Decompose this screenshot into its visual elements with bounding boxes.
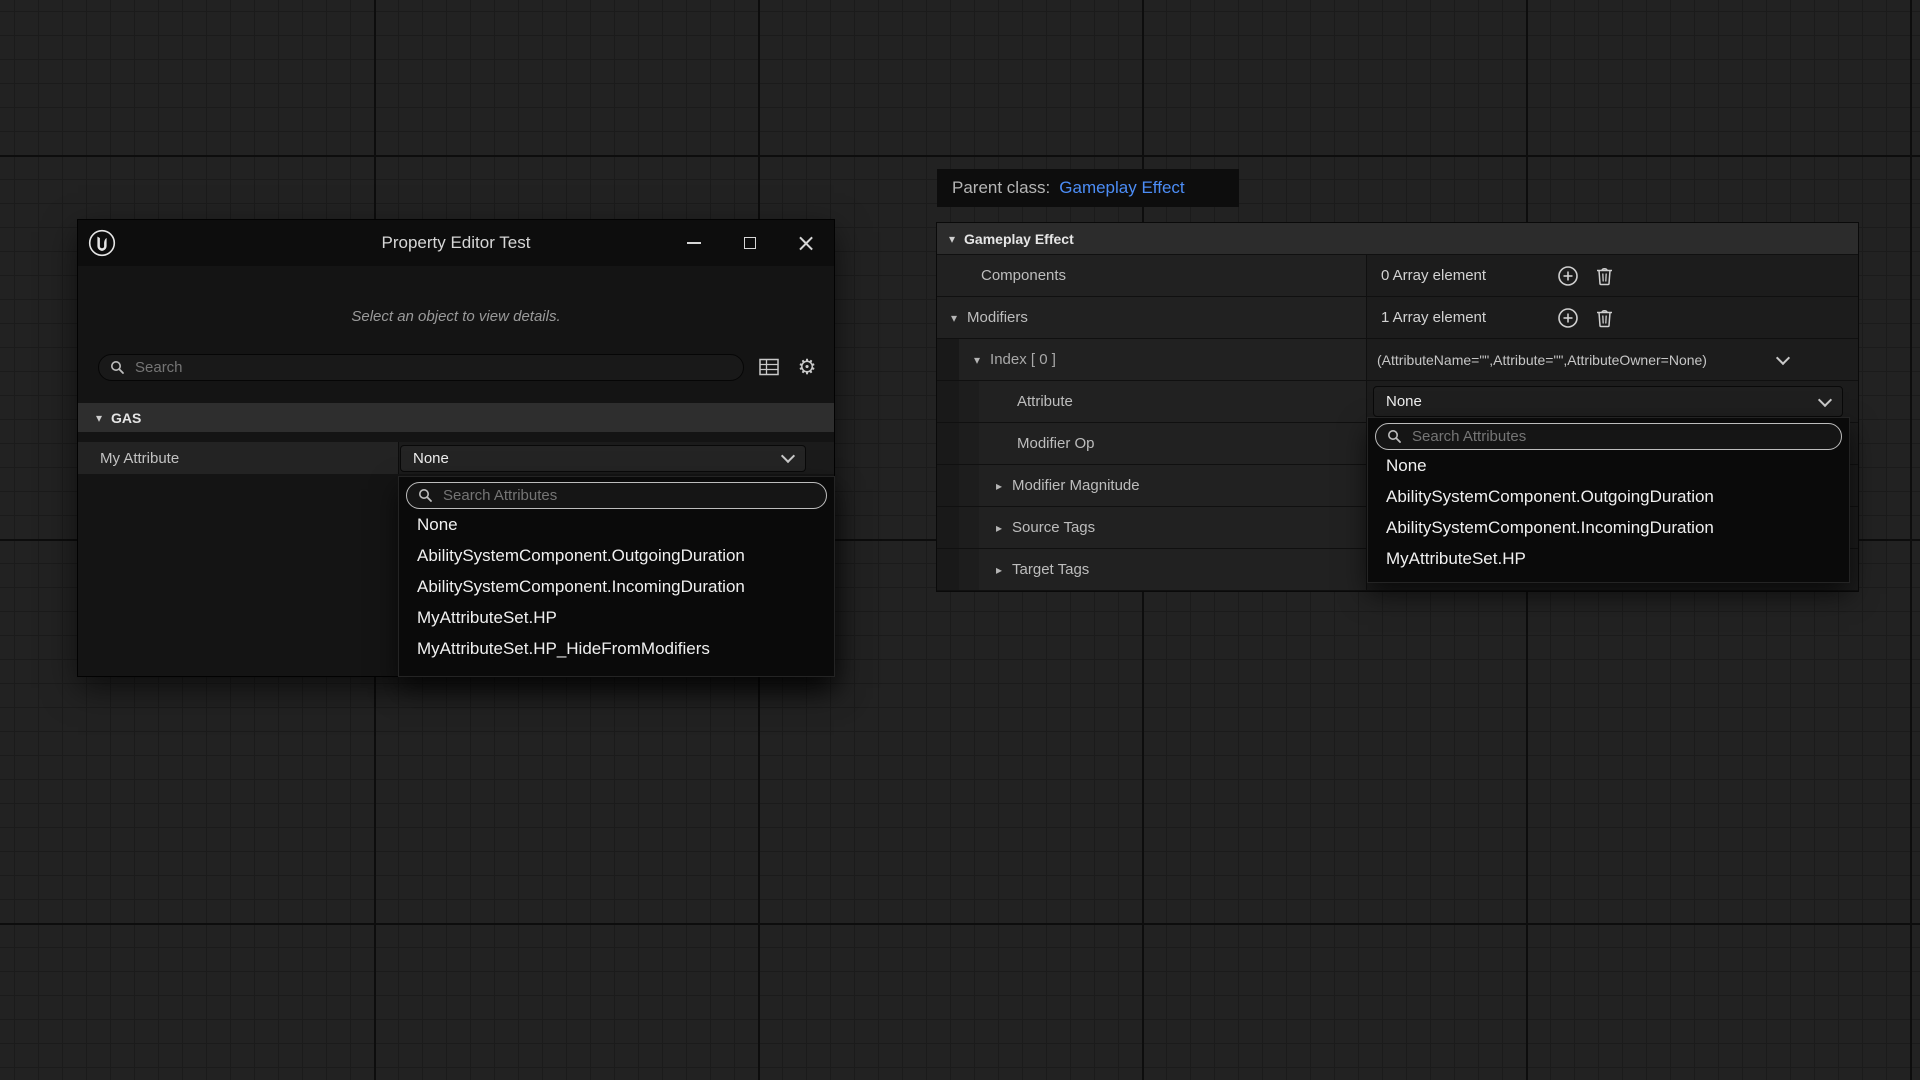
parent-class-link[interactable]: Gameplay Effect (1059, 178, 1184, 198)
row-label: Source Tags (1012, 519, 1095, 536)
dropdown-option[interactable]: MyAttributeSet.HP (1375, 543, 1842, 574)
close-icon: × (796, 231, 816, 255)
struct-preview-value: (AttributeName="",Attribute="",Attribute… (1377, 352, 1707, 368)
attribute-search-box[interactable] (406, 482, 827, 509)
combobox-value: None (1386, 393, 1422, 410)
property-value-cell: None (399, 442, 834, 474)
close-button[interactable]: × (778, 220, 834, 266)
blueprint-graph-background[interactable]: Property Editor Test × Select an object … (0, 0, 1920, 1080)
chevron-right-icon[interactable]: ▸ (996, 479, 1002, 493)
array-count: 1 Array element (1381, 309, 1486, 326)
dropdown-option[interactable]: AbilitySystemComponent.IncomingDuration (406, 571, 827, 602)
dropdown-option-none[interactable]: None (406, 509, 827, 540)
row-modifiers: ▾ Modifiers 1 Array element (937, 297, 1858, 339)
maximize-button[interactable] (722, 220, 778, 266)
chevron-down-icon (1818, 392, 1832, 406)
array-count: 0 Array element (1381, 267, 1486, 284)
search-icon (1387, 429, 1402, 444)
search-box[interactable] (98, 354, 744, 381)
attribute-search-input[interactable] (1410, 427, 1830, 446)
empty-details-hint: Select an object to view details. (78, 308, 834, 325)
row-label: Components (981, 267, 1066, 284)
add-array-element-button[interactable] (1557, 307, 1579, 329)
attribute-picker-dropdown-details: None AbilitySystemComponent.OutgoingDura… (1368, 418, 1849, 582)
attribute-search-input[interactable] (441, 486, 815, 505)
row-label: Index [ 0 ] (990, 351, 1056, 368)
row-index-0: ▾ Index [ 0 ] (AttributeName="",Attribut… (937, 339, 1858, 381)
chevron-down-icon[interactable] (1776, 350, 1790, 364)
unreal-engine-logo-icon (88, 229, 116, 257)
chevron-down-icon (781, 449, 795, 463)
dropdown-option[interactable]: AbilitySystemComponent.IncomingDuration (1375, 512, 1842, 543)
dropdown-option[interactable]: AbilitySystemComponent.OutgoingDuration (1375, 481, 1842, 512)
window-titlebar[interactable]: Property Editor Test × (78, 220, 834, 266)
minimize-icon (687, 242, 701, 244)
settings-gear-icon[interactable]: ⚙ (794, 357, 820, 378)
category-label: GAS (111, 410, 141, 426)
dropdown-option[interactable]: MyAttributeSet.HP (406, 602, 827, 633)
search-icon (418, 488, 433, 503)
parent-class-label: Parent class: (952, 178, 1050, 198)
property-row-my-attribute: My Attribute None (78, 442, 834, 474)
property-editor-test-window: Property Editor Test × Select an object … (78, 220, 834, 676)
dropdown-option-none[interactable]: None (1375, 450, 1842, 481)
row-attribute: Attribute None (937, 381, 1858, 423)
row-label: Modifier Op (1017, 435, 1095, 452)
attribute-combobox[interactable]: None (1373, 386, 1843, 417)
chevron-down-icon[interactable]: ▾ (951, 311, 957, 325)
row-label: Attribute (1017, 393, 1073, 410)
details-toolbar: ⚙ (98, 353, 820, 381)
category-label: Gameplay Effect (964, 231, 1074, 247)
row-label: Target Tags (1012, 561, 1089, 578)
maximize-icon (744, 237, 756, 249)
chevron-down-icon[interactable]: ▾ (974, 353, 980, 367)
clear-array-button[interactable] (1596, 266, 1613, 286)
chevron-right-icon[interactable]: ▸ (996, 521, 1002, 535)
attribute-search-box[interactable] (1375, 423, 1842, 450)
chevron-down-icon[interactable]: ▾ (96, 411, 102, 425)
window-controls: × (666, 220, 834, 266)
search-input[interactable] (133, 358, 732, 377)
row-label: Modifiers (967, 309, 1028, 326)
dropdown-option[interactable]: AbilitySystemComponent.OutgoingDuration (406, 540, 827, 571)
add-array-element-button[interactable] (1557, 265, 1579, 287)
parent-class-banner: Parent class: Gameplay Effect (937, 169, 1239, 207)
row-label: Modifier Magnitude (1012, 477, 1140, 494)
property-label: My Attribute (78, 442, 399, 474)
category-header-gas[interactable]: ▾ GAS (78, 403, 834, 432)
chevron-right-icon[interactable]: ▸ (996, 563, 1002, 577)
clear-array-button[interactable] (1596, 308, 1613, 328)
row-components: Components 0 Array element (937, 255, 1858, 297)
minimize-button[interactable] (666, 220, 722, 266)
chevron-down-icon[interactable]: ▾ (949, 232, 955, 246)
category-header-gameplay-effect[interactable]: ▾ Gameplay Effect (937, 223, 1858, 255)
search-icon (110, 360, 125, 375)
combobox-value: None (413, 450, 449, 467)
my-attribute-combobox[interactable]: None (400, 445, 806, 472)
dropdown-option[interactable]: MyAttributeSet.HP_HideFromModifiers (406, 633, 827, 664)
display-options-icon[interactable] (756, 358, 782, 376)
attribute-picker-dropdown: None AbilitySystemComponent.OutgoingDura… (399, 477, 834, 676)
